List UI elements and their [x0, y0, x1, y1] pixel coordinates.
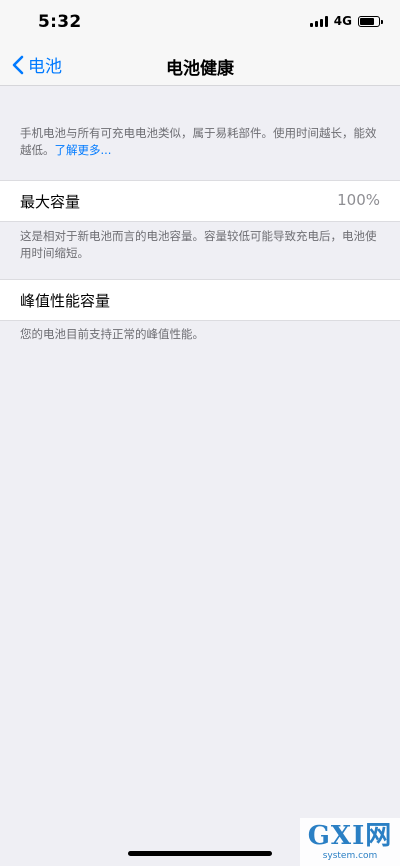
- network-type: 4G: [333, 14, 352, 28]
- watermark: GXI网 system.com: [300, 818, 400, 866]
- peak-performance-label: 峰值性能容量: [20, 292, 111, 310]
- status-bar: 5:32 4G: [0, 0, 400, 44]
- watermark-logo: GXI网: [307, 821, 393, 851]
- battery-icon: [358, 15, 383, 27]
- max-capacity-value: 100%: [337, 191, 380, 209]
- watermark-url: system.com: [322, 851, 378, 861]
- status-time: 5:32: [38, 12, 82, 32]
- peak-performance-row: 峰值性能容量: [0, 279, 400, 321]
- max-capacity-label: 最大容量: [20, 193, 81, 211]
- navigation-bar: 电池 电池健康: [0, 44, 400, 86]
- signal-icon: [309, 15, 328, 27]
- intro-note: 手机电池与所有可充电电池类似，属于易耗部件。使用时间越长，能效越低。了解更多..…: [20, 125, 380, 159]
- max-capacity-note: 这是相对于新电池而言的电池容量。容量较低可能导致充电后，电池使用时间缩短。: [20, 229, 377, 260]
- page-title: 电池健康: [166, 59, 234, 79]
- learn-more-link[interactable]: 了解更多...: [55, 143, 112, 157]
- status-indicators: 4G: [309, 14, 383, 28]
- peak-performance-note: 您的电池目前支持正常的峰值性能。: [20, 327, 204, 341]
- home-indicator[interactable]: [128, 851, 272, 856]
- max-capacity-row: 最大容量 100%: [0, 180, 400, 222]
